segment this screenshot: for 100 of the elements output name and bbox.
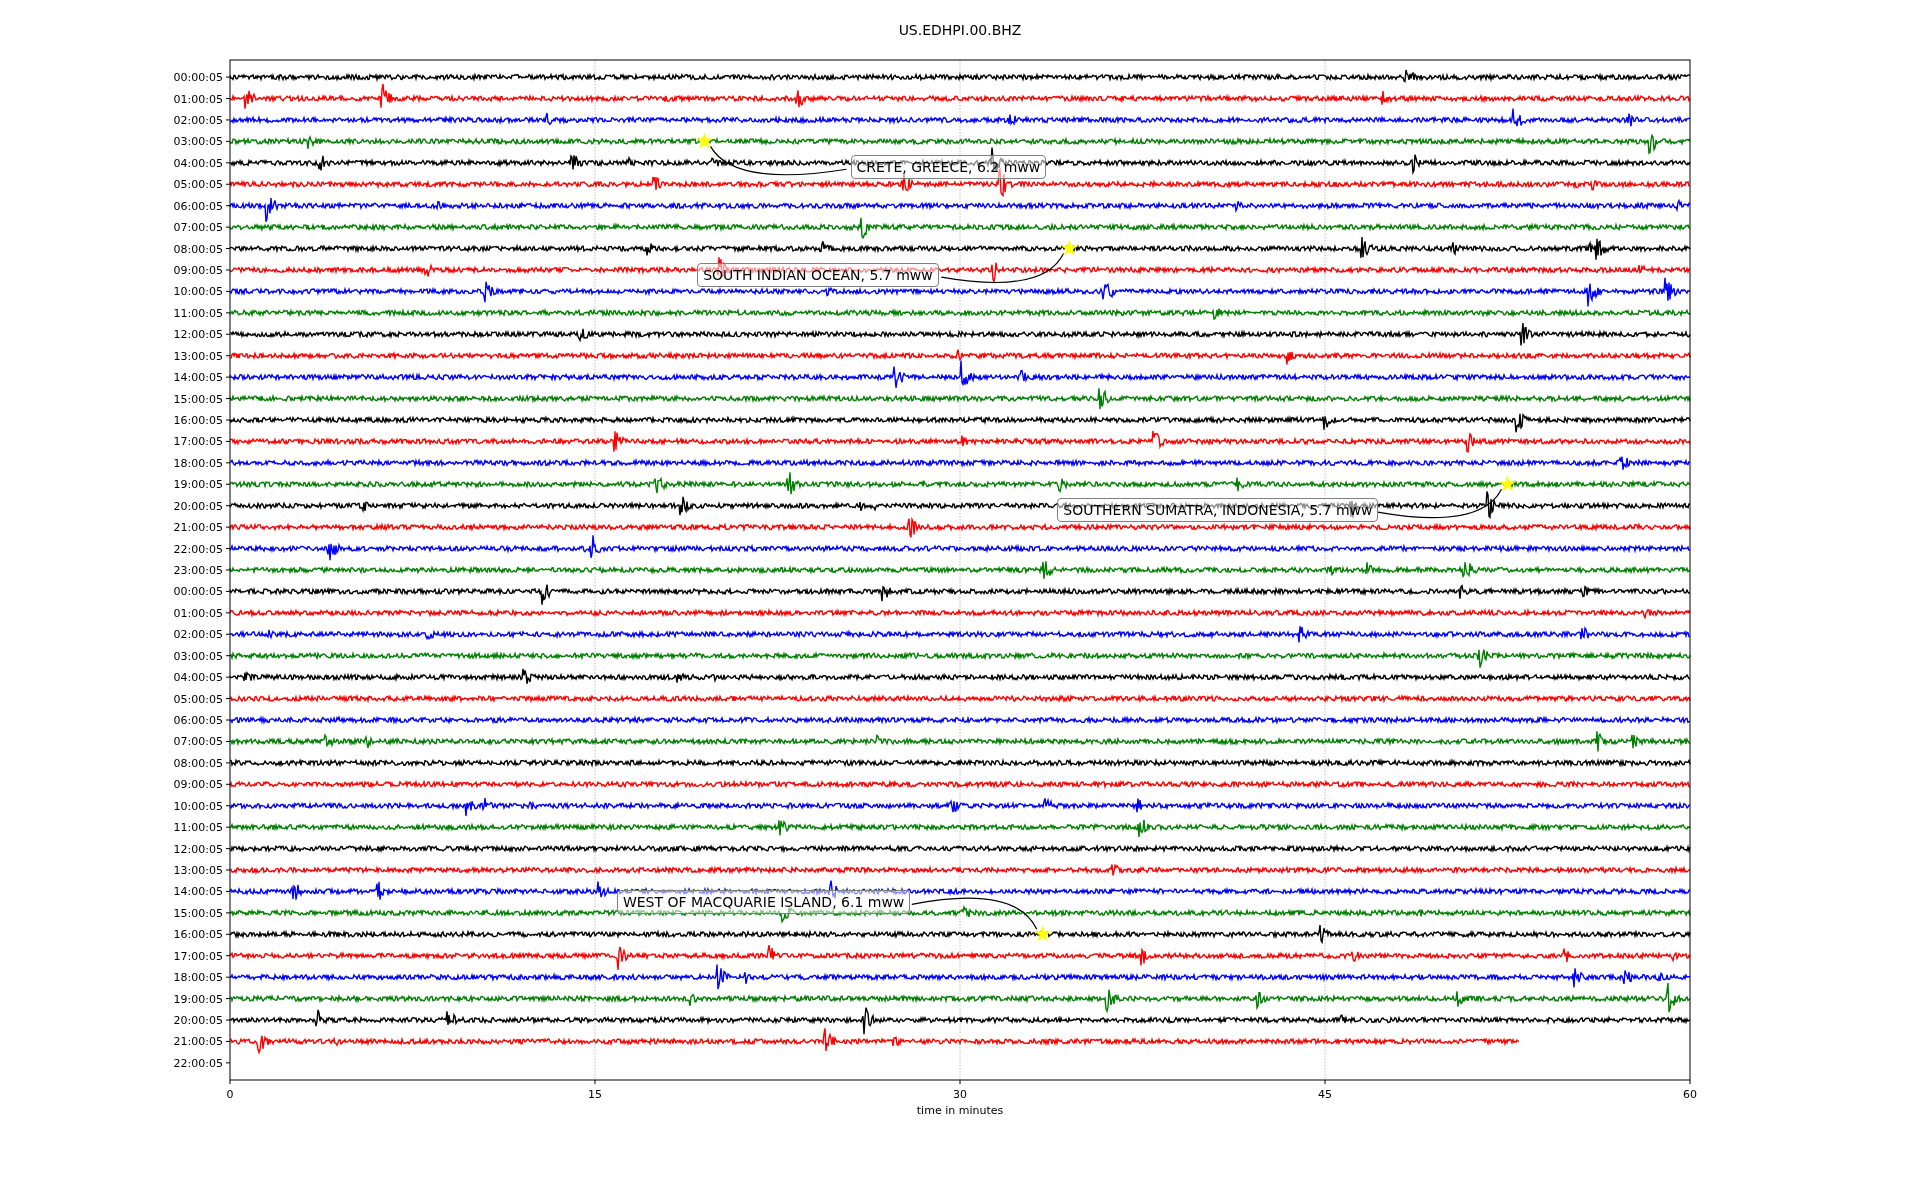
row-time-label: 08:00:05 bbox=[173, 756, 223, 770]
row-time-label: 02:00:05 bbox=[173, 628, 223, 642]
tick-mark bbox=[225, 955, 231, 957]
tick-mark bbox=[225, 119, 231, 121]
tick-mark bbox=[225, 140, 231, 142]
tick-mark bbox=[225, 205, 231, 207]
row-time-label: 12:00:05 bbox=[173, 328, 223, 342]
row-time-label: 06:00:05 bbox=[173, 199, 223, 213]
x-tick-label: 60 bbox=[1683, 1088, 1697, 1101]
row-time-label: 09:00:05 bbox=[173, 778, 223, 792]
tick-mark bbox=[225, 440, 231, 442]
tick-mark bbox=[225, 890, 231, 892]
row-time-label: 20:00:05 bbox=[173, 499, 223, 513]
row-time-label: 07:00:05 bbox=[173, 221, 223, 235]
row-time-label: 17:00:05 bbox=[173, 435, 223, 449]
row-time-label: 12:00:05 bbox=[173, 842, 223, 856]
row-time-label: 16:00:05 bbox=[173, 414, 223, 427]
tick-mark bbox=[225, 912, 231, 914]
tick-mark bbox=[225, 569, 231, 571]
x-tick-label: 45 bbox=[1318, 1088, 1332, 1101]
tick-mark bbox=[225, 1019, 231, 1021]
tick-mark bbox=[225, 398, 231, 400]
tick-mark bbox=[225, 162, 231, 164]
tick-mark bbox=[225, 1040, 231, 1042]
tick-mark bbox=[1689, 1079, 1691, 1085]
tick-mark bbox=[225, 612, 231, 614]
tick-mark bbox=[225, 183, 231, 185]
tick-mark bbox=[225, 376, 231, 378]
x-tick-label: 0 bbox=[226, 1088, 234, 1101]
tick-mark bbox=[225, 269, 231, 271]
row-time-label: 23:00:05 bbox=[173, 564, 223, 577]
row-time-label: 03:00:05 bbox=[173, 135, 223, 149]
row-time-label: 15:00:05 bbox=[173, 392, 223, 406]
row-time-label: 04:00:05 bbox=[173, 671, 223, 685]
tick-mark bbox=[225, 848, 231, 850]
tick-mark bbox=[225, 505, 231, 507]
tick-mark bbox=[225, 1062, 231, 1064]
tick-mark bbox=[225, 655, 231, 657]
tick-mark bbox=[225, 248, 231, 250]
tick-mark bbox=[225, 740, 231, 742]
row-time-label: 00:00:05 bbox=[173, 71, 223, 85]
row-time-label: 11:00:05 bbox=[173, 821, 223, 835]
tick-mark bbox=[225, 590, 231, 592]
row-time-label: 15:00:05 bbox=[173, 906, 223, 920]
tick-mark bbox=[225, 548, 231, 550]
tick-mark bbox=[225, 419, 231, 421]
row-time-label: 18:00:05 bbox=[173, 456, 223, 470]
row-time-label: 19:00:05 bbox=[173, 992, 223, 1006]
tick-mark bbox=[225, 76, 231, 78]
row-time-label: 00:00:05 bbox=[173, 585, 223, 599]
row-time-label: 22:00:05 bbox=[173, 542, 223, 556]
tick-mark bbox=[225, 462, 231, 464]
row-time-label: 11:00:05 bbox=[173, 306, 223, 320]
row-time-label: 14:00:05 bbox=[173, 371, 223, 385]
tick-mark bbox=[225, 805, 231, 807]
row-time-label: 05:00:05 bbox=[173, 178, 223, 192]
tick-mark bbox=[225, 226, 231, 228]
row-time-label: 21:00:05 bbox=[173, 1035, 223, 1049]
tick-mark bbox=[225, 998, 231, 1000]
row-time-label: 19:00:05 bbox=[173, 478, 223, 492]
x-axis-label: time in minutes bbox=[916, 1104, 1004, 1117]
tick-mark bbox=[225, 783, 231, 785]
row-time-label: 05:00:05 bbox=[173, 692, 223, 706]
row-time-label: 08:00:05 bbox=[173, 242, 223, 256]
row-time-label: 02:00:05 bbox=[173, 113, 223, 127]
tick-mark bbox=[1324, 1079, 1326, 1085]
star-icon bbox=[1034, 925, 1052, 942]
row-time-label: 17:00:05 bbox=[173, 949, 223, 963]
x-tick-label: 30 bbox=[953, 1088, 967, 1101]
tick-mark bbox=[225, 526, 231, 528]
x-tick-label: 15 bbox=[588, 1088, 602, 1101]
plot-title: US.EDHPI.00.BHZ bbox=[898, 22, 1022, 38]
event-label: SOUTH INDIAN OCEAN, 5.7 mww bbox=[697, 263, 939, 288]
row-time-label: 21:00:05 bbox=[173, 521, 223, 535]
event-label: WEST OF MACQUARIE ISLAND, 6.1 mww bbox=[616, 890, 911, 915]
star-icon bbox=[1060, 239, 1079, 256]
tick-mark bbox=[225, 933, 231, 935]
row-time-label: 14:00:05 bbox=[173, 885, 223, 899]
row-time-label: 09:00:05 bbox=[173, 263, 223, 277]
star-icon bbox=[1498, 475, 1517, 492]
row-time-label: 04:00:05 bbox=[173, 156, 223, 170]
row-time-label: 10:00:05 bbox=[173, 285, 223, 299]
row-time-label: 13:00:05 bbox=[173, 349, 223, 363]
tick-mark bbox=[225, 762, 231, 764]
row-time-label: 01:00:05 bbox=[173, 92, 223, 106]
tick-mark bbox=[229, 1079, 231, 1085]
star-icon bbox=[695, 132, 714, 149]
row-time-label: 06:00:05 bbox=[173, 714, 223, 727]
tick-mark bbox=[225, 98, 231, 100]
tick-mark bbox=[225, 719, 231, 721]
row-time-label: 07:00:05 bbox=[173, 735, 223, 749]
tick-mark bbox=[225, 333, 231, 335]
tick-mark bbox=[225, 698, 231, 700]
tick-mark bbox=[225, 869, 231, 871]
tick-mark bbox=[225, 290, 231, 292]
tick-mark bbox=[225, 976, 231, 978]
tick-mark bbox=[225, 826, 231, 828]
tick-mark bbox=[225, 483, 231, 485]
tick-mark bbox=[959, 1079, 961, 1085]
row-time-label: 01:00:05 bbox=[173, 606, 223, 620]
